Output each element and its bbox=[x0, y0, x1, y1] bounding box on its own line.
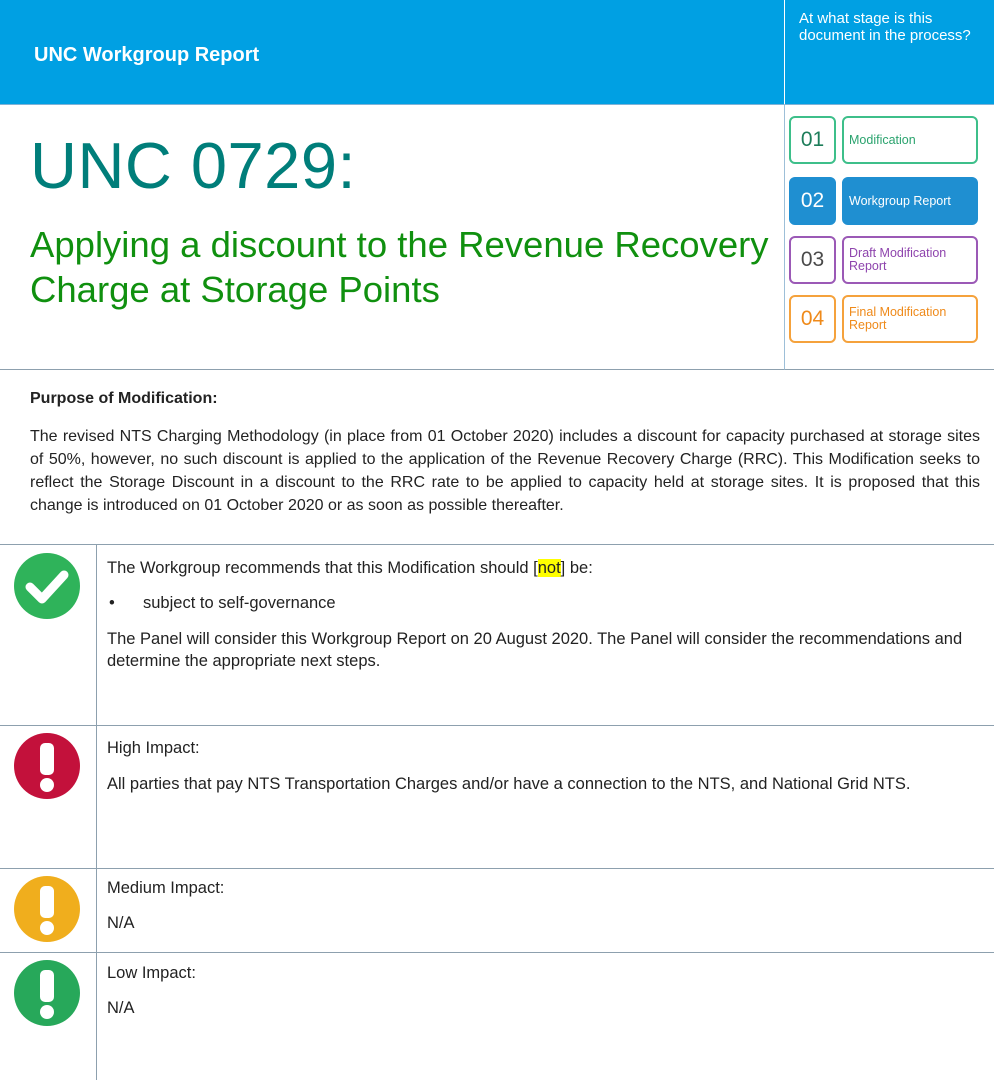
low-impact-label: Low Impact: bbox=[107, 964, 196, 982]
stage-number: 02 bbox=[789, 177, 836, 225]
icon-cell bbox=[0, 544, 97, 725]
bullet-icon: • bbox=[109, 594, 115, 612]
low-impact-text: N/A bbox=[107, 999, 135, 1017]
purpose-heading: Purpose of Modification: bbox=[30, 390, 218, 407]
medium-impact-row: Medium Impact: N/A bbox=[0, 868, 994, 953]
stage-02-current: 02 Workgroup Report bbox=[789, 177, 978, 227]
stage-question-cell: At what stage is this document in the pr… bbox=[785, 0, 994, 104]
stage-label: Workgroup Report bbox=[842, 177, 978, 225]
process-stages: 01 Modification 02 Workgroup Report 03 D… bbox=[785, 104, 994, 370]
modification-title: Applying a discount to the Revenue Recov… bbox=[30, 224, 769, 310]
icon-cell bbox=[0, 952, 97, 1080]
stage-03: 03 Draft Modification Report bbox=[789, 236, 978, 286]
stage-question: At what stage is this document in the pr… bbox=[799, 10, 971, 44]
header-title-cell: UNC Workgroup Report bbox=[0, 0, 785, 104]
checkmark-icon bbox=[14, 553, 80, 619]
stage-label: Draft Modification Report bbox=[842, 236, 978, 284]
title-area: UNC 0729: Applying a discount to the Rev… bbox=[0, 104, 785, 370]
stage-number: 01 bbox=[789, 116, 836, 164]
stage-04: 04 Final Modification Report bbox=[789, 295, 978, 345]
modification-number: UNC 0729: bbox=[30, 129, 357, 202]
icon-cell bbox=[0, 868, 97, 952]
recommendation-bullet-item: • subject to self-governance bbox=[109, 594, 336, 612]
recommendation-row: The Workgroup recommends that this Modif… bbox=[0, 544, 994, 726]
stage-number: 03 bbox=[789, 236, 836, 284]
exclamation-icon-green bbox=[14, 960, 80, 1026]
high-impact-text: All parties that pay NTS Transportation … bbox=[107, 775, 911, 793]
high-impact-label: High Impact: bbox=[107, 739, 200, 757]
purpose-section: Purpose of Modification: The revised NTS… bbox=[0, 369, 994, 545]
panel-text: The Panel will consider this Workgroup R… bbox=[107, 630, 963, 670]
stage-01: 01 Modification bbox=[789, 116, 978, 166]
medium-impact-text: N/A bbox=[107, 914, 135, 932]
low-impact-row: Low Impact: N/A bbox=[0, 952, 994, 1080]
stage-label: Final Modification Report bbox=[842, 295, 978, 343]
icon-cell bbox=[0, 725, 97, 868]
report-header: UNC Workgroup Report At what stage is th… bbox=[0, 0, 994, 105]
stage-label: Modification bbox=[842, 116, 978, 164]
high-impact-row: High Impact: All parties that pay NTS Tr… bbox=[0, 725, 994, 869]
highlighted-not: not bbox=[537, 559, 561, 577]
recommendation-statement: The Workgroup recommends that this Modif… bbox=[107, 559, 593, 577]
stage-number: 04 bbox=[789, 295, 836, 343]
medium-impact-label: Medium Impact: bbox=[107, 879, 225, 897]
exclamation-icon-red bbox=[14, 733, 80, 799]
exclamation-icon-amber bbox=[14, 876, 80, 942]
purpose-text: The revised NTS Charging Methodology (in… bbox=[30, 428, 980, 514]
document-type-title: UNC Workgroup Report bbox=[34, 44, 260, 66]
